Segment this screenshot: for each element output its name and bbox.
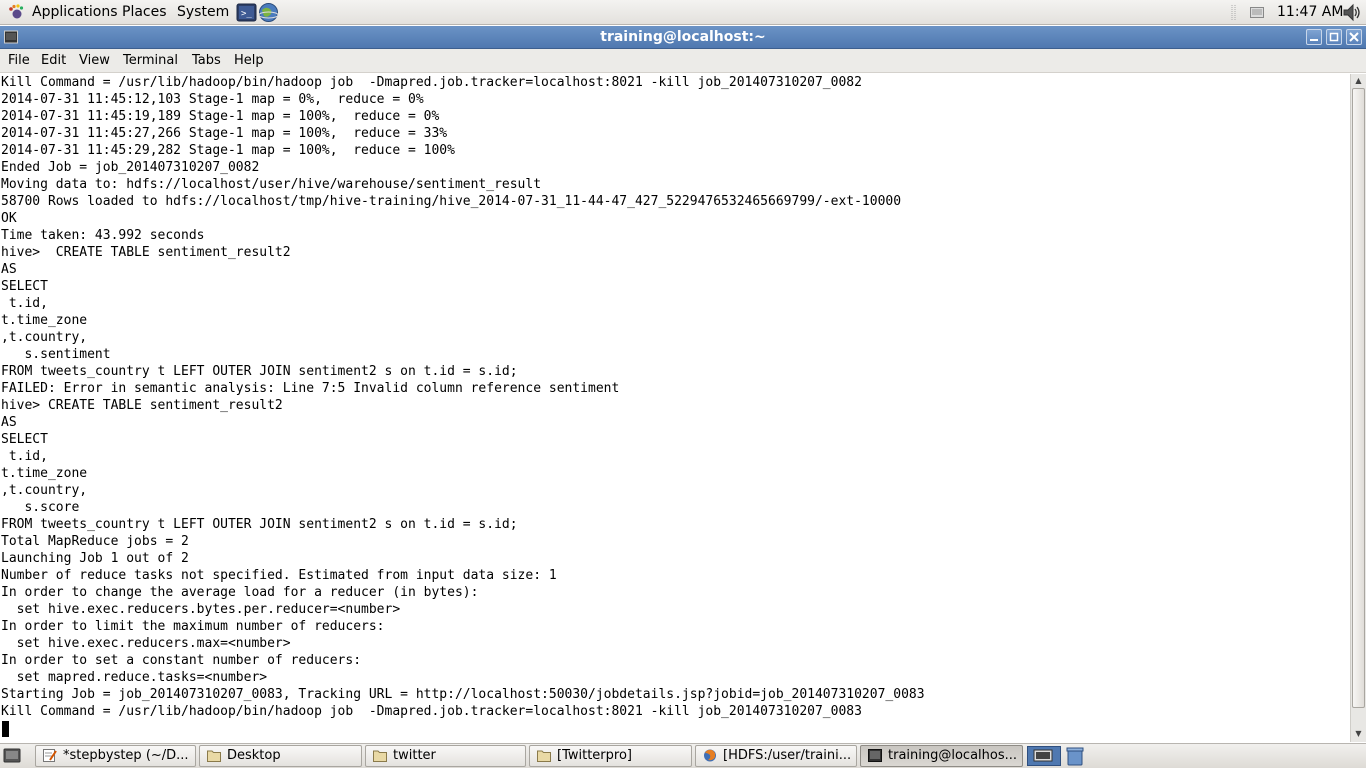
terminal-output[interactable]: Kill Command = /usr/lib/hadoop/bin/hadoo…	[0, 74, 1350, 742]
panel-separator-icon	[1231, 5, 1236, 20]
terminal-line: t.time_zone	[1, 466, 88, 481]
terminal-scrollbar[interactable]: ▲ ▼	[1350, 74, 1366, 742]
terminal-line: In order to change the average load for …	[1, 585, 479, 600]
terminal-line: s.sentiment	[1, 347, 111, 362]
terminal-line: 2014-07-31 11:45:29,282 Stage-1 map = 10…	[1, 143, 455, 158]
task-label: Desktop	[227, 748, 281, 763]
terminal-line: set mapred.reduce.tasks=<number>	[1, 670, 268, 685]
task-twitter[interactable]: twitter	[365, 745, 526, 767]
terminal-line: Ended Job = job_201407310207_0082	[1, 160, 260, 175]
menu-terminal[interactable]: Terminal	[123, 49, 178, 73]
menu-tabs[interactable]: Tabs	[192, 49, 221, 73]
terminal-line: 2014-07-31 11:45:19,189 Stage-1 map = 10…	[1, 109, 440, 124]
terminal-line: ,t.country,	[1, 483, 88, 498]
terminal-line: set hive.exec.reducers.max=<number>	[1, 636, 291, 651]
terminal-line: AS	[1, 262, 17, 277]
task-label: [HDFS:/user/traini...	[723, 748, 852, 763]
terminal-line: FROM tweets_country t LEFT OUTER JOIN se…	[1, 517, 518, 532]
system-menu[interactable]: System	[177, 0, 229, 25]
terminal-menubar: File Edit View Terminal Tabs Help	[0, 49, 1366, 73]
menu-edit[interactable]: Edit	[41, 49, 66, 73]
terminal-line: t.id,	[1, 449, 48, 464]
minimize-icon	[1310, 39, 1318, 41]
terminal-launcher-icon[interactable]: >_	[236, 2, 257, 23]
menu-file[interactable]: File	[8, 49, 30, 73]
terminal-line: t.id,	[1, 296, 48, 311]
terminal-line: In order to set a constant number of red…	[1, 653, 362, 668]
terminal-line: Moving data to: hdfs://localhost/user/hi…	[1, 177, 542, 192]
task-twitterpro[interactable]: [Twitterpro]	[529, 745, 692, 767]
window-title: training@localhost:~	[600, 29, 766, 45]
terminal-line: Time taken: 43.992 seconds	[1, 228, 205, 243]
task-terminal[interactable]: training@localhos...	[860, 745, 1023, 767]
gnome-foot-icon	[9, 4, 24, 19]
maximize-button[interactable]	[1326, 29, 1342, 45]
terminal-line: Kill Command = /usr/lib/hadoop/bin/hadoo…	[1, 75, 862, 90]
task-hdfs-browser[interactable]: [HDFS:/user/traini...	[695, 745, 857, 767]
network-icon[interactable]	[1250, 7, 1264, 18]
menu-help[interactable]: Help	[234, 49, 264, 73]
task-label: *stepbystep (~/D...	[63, 748, 189, 763]
terminal-line: hive> CREATE TABLE sentiment_result2	[1, 245, 291, 260]
terminal-line: Starting Job = job_201407310207_0083, Tr…	[1, 687, 925, 702]
bottom-taskbar: *stepbystep (~/D... Desktop twitter [Twi…	[0, 743, 1366, 768]
terminal-line: Total MapReduce jobs = 2	[1, 534, 189, 549]
applications-menu[interactable]: Applications	[32, 0, 118, 25]
terminal-line: Kill Command = /usr/lib/hadoop/bin/hadoo…	[1, 704, 862, 719]
task-stepbystep[interactable]: *stepbystep (~/D...	[35, 745, 196, 767]
task-desktop[interactable]: Desktop	[199, 745, 362, 767]
terminal-line: AS	[1, 415, 17, 430]
terminal-line: OK	[1, 211, 17, 226]
firefox-icon	[704, 749, 716, 762]
terminal-icon	[868, 749, 882, 762]
terminal-line: 2014-07-31 11:45:27,266 Stage-1 map = 10…	[1, 126, 448, 141]
terminal-line: s.score	[1, 500, 80, 515]
scroll-down-arrow-icon[interactable]: ▼	[1353, 728, 1364, 740]
terminal-line: hive> CREATE TABLE sentiment_result2	[1, 398, 283, 413]
terminal-line: t.time_zone	[1, 313, 88, 328]
terminal-line: In order to limit the maximum number of …	[1, 619, 385, 634]
clock[interactable]: 11:47 AM	[1277, 0, 1343, 24]
terminal-line: 2014-07-31 11:45:12,103 Stage-1 map = 0%…	[1, 92, 424, 107]
terminal-line: FAILED: Error in semantic analysis: Line…	[1, 381, 620, 396]
web-browser-launcher-icon[interactable]	[258, 2, 279, 23]
task-label: twitter	[393, 748, 436, 763]
show-desktop-icon[interactable]	[3, 747, 21, 765]
close-icon	[1349, 32, 1359, 42]
scroll-thumb[interactable]	[1352, 88, 1365, 708]
terminal-line: Number of reduce tasks not specified. Es…	[1, 568, 557, 583]
folder-icon	[207, 750, 221, 762]
maximize-icon	[1329, 32, 1339, 42]
window-titlebar[interactable]: training@localhost:~	[0, 26, 1366, 49]
trash-icon[interactable]	[1064, 746, 1086, 766]
terminal-line: SELECT	[1, 432, 48, 447]
workspace-1-icon[interactable]	[1027, 746, 1061, 766]
task-label: training@localhos...	[888, 748, 1018, 763]
menu-view[interactable]: View	[79, 49, 110, 73]
close-button[interactable]	[1346, 29, 1362, 45]
text-cursor	[2, 721, 9, 737]
terminal-line: 58700 Rows loaded to hdfs://localhost/tm…	[1, 194, 902, 209]
volume-icon[interactable]	[1342, 3, 1362, 22]
task-label: [Twitterpro]	[557, 748, 632, 763]
top-panel: Applications Places System >_ 11:47 AM	[0, 0, 1366, 25]
terminal-line: Launching Job 1 out of 2	[1, 551, 189, 566]
text-editor-icon	[43, 749, 57, 762]
terminal-line: SELECT	[1, 279, 48, 294]
folder-icon	[537, 750, 551, 762]
minimize-button[interactable]	[1306, 29, 1322, 45]
terminal-line: set hive.exec.reducers.bytes.per.reducer…	[1, 602, 401, 617]
places-menu[interactable]: Places	[122, 0, 167, 25]
terminal-line: ,t.country,	[1, 330, 88, 345]
terminal-line: FROM tweets_country t LEFT OUTER JOIN se…	[1, 364, 518, 379]
scroll-up-arrow-icon[interactable]: ▲	[1353, 75, 1364, 87]
svg-text:>_: >_	[241, 9, 252, 19]
folder-icon	[373, 750, 387, 762]
